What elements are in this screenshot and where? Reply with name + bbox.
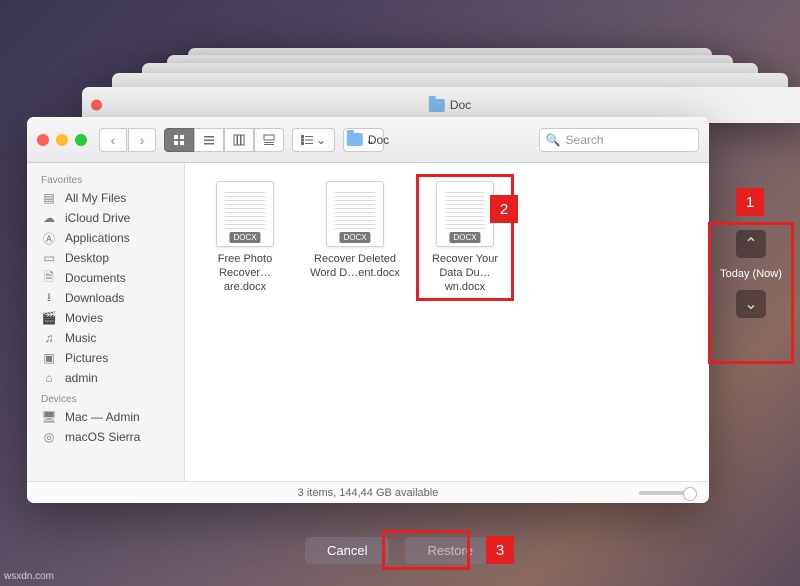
icon-size-slider[interactable] <box>639 491 695 495</box>
nav-back-button[interactable]: ‹ <box>99 128 127 152</box>
sidebar-item-disk[interactable]: ◎macOS Sierra <box>27 427 184 447</box>
search-input[interactable]: 🔍Search <box>539 128 699 152</box>
minimize-button[interactable] <box>56 134 68 146</box>
file-ext-badge: DOCX <box>229 232 260 243</box>
icon-view-button[interactable] <box>164 128 194 152</box>
sidebar-item-applications[interactable]: ⒶApplications <box>27 228 184 248</box>
sidebar-item-music[interactable]: ♫Music <box>27 328 184 348</box>
folder-icon <box>429 99 445 112</box>
file-thumbnail: DOCX <box>216 181 274 247</box>
traffic-lights <box>37 134 87 146</box>
sort-icon <box>301 135 313 145</box>
status-bar: 3 items, 144,44 GB available <box>27 481 709 503</box>
annotation-box-restore <box>382 530 470 570</box>
pictures-icon: ▣ <box>41 351 57 365</box>
gear-icon: ✻ <box>352 133 362 147</box>
sort-button[interactable]: ⌄ <box>292 128 335 152</box>
sidebar-section-header: Devices <box>27 388 184 407</box>
close-button[interactable] <box>37 134 49 146</box>
desktop-icon: ▭ <box>41 251 57 265</box>
close-icon[interactable] <box>91 100 102 111</box>
annotation-box-timeline <box>708 222 794 364</box>
file-label: Free PhotoRecover…are.docx <box>199 253 291 294</box>
cloud-icon: ☁ <box>41 211 57 225</box>
coverflow-view-button[interactable] <box>254 128 284 152</box>
downloads-icon: ⭳ <box>41 291 57 305</box>
file-label: Recover DeletedWord D…ent.docx <box>310 253 400 281</box>
file-ext-badge: DOCX <box>449 232 480 243</box>
file-item[interactable]: DOCX Recover DeletedWord D…ent.docx <box>309 181 401 281</box>
movies-icon: 🎬 <box>41 311 57 325</box>
sidebar-item-movies[interactable]: 🎬Movies <box>27 308 184 328</box>
sidebar-item-documents[interactable]: 🗎Documents <box>27 268 184 288</box>
chevron-down-icon: ⌄ <box>365 133 375 147</box>
sidebar-item-all-my-files[interactable]: ▤All My Files <box>27 188 184 208</box>
annotation-callout-1: 1 <box>736 188 764 216</box>
file-browser[interactable]: DOCX Free PhotoRecover…are.docx DOCX Rec… <box>185 163 709 481</box>
sidebar-item-downloads[interactable]: ⭳Downloads <box>27 288 184 308</box>
sidebar-item-mac[interactable]: 🖥Mac — Admin <box>27 407 184 427</box>
file-thumbnail: DOCX <box>436 181 494 247</box>
annotation-callout-3: 3 <box>486 536 514 564</box>
documents-icon: 🗎 <box>41 271 57 285</box>
action-button[interactable]: ✻⌄ <box>343 128 384 152</box>
finder-window: ‹ › ⌄ ✻⌄ 🔍Search Doc Favorites ▤All My F… <box>27 117 709 503</box>
sidebar: Favorites ▤All My Files ☁iCloud Drive ⒶA… <box>27 163 185 481</box>
sidebar-section-header: Favorites <box>27 169 184 188</box>
nav-forward-button[interactable]: › <box>128 128 156 152</box>
zoom-button[interactable] <box>75 134 87 146</box>
annotation-callout-2: 2 <box>490 195 518 223</box>
cancel-button[interactable]: Cancel <box>305 537 389 564</box>
file-ext-badge: DOCX <box>339 232 370 243</box>
applications-icon: Ⓐ <box>41 231 57 245</box>
sidebar-item-icloud[interactable]: ☁iCloud Drive <box>27 208 184 228</box>
all-my-files-icon: ▤ <box>41 191 57 205</box>
status-text: 3 items, 144,44 GB available <box>298 487 439 499</box>
chevron-right-icon: › <box>140 132 145 148</box>
computer-icon: 🖥 <box>41 410 57 424</box>
list-view-button[interactable] <box>194 128 224 152</box>
chevron-left-icon: ‹ <box>111 132 116 148</box>
sidebar-item-home[interactable]: ⌂admin <box>27 368 184 388</box>
search-icon: 🔍 <box>546 133 561 147</box>
file-thumbnail: DOCX <box>326 181 384 247</box>
file-label: Recover YourData Du…wn.docx <box>423 253 507 294</box>
sidebar-item-pictures[interactable]: ▣Pictures <box>27 348 184 368</box>
home-icon: ⌂ <box>41 371 57 385</box>
background-window-title: Doc <box>429 98 471 112</box>
column-view-button[interactable] <box>224 128 254 152</box>
sidebar-item-desktop[interactable]: ▭Desktop <box>27 248 184 268</box>
music-icon: ♫ <box>41 331 57 345</box>
disk-icon: ◎ <box>41 430 57 444</box>
watermark: wsxdn.com <box>4 571 54 582</box>
view-mode-segmented[interactable] <box>164 128 284 152</box>
chevron-down-icon: ⌄ <box>316 133 326 147</box>
titlebar: ‹ › ⌄ ✻⌄ 🔍Search Doc <box>27 117 709 163</box>
file-item[interactable]: DOCX Free PhotoRecover…are.docx <box>199 181 291 294</box>
